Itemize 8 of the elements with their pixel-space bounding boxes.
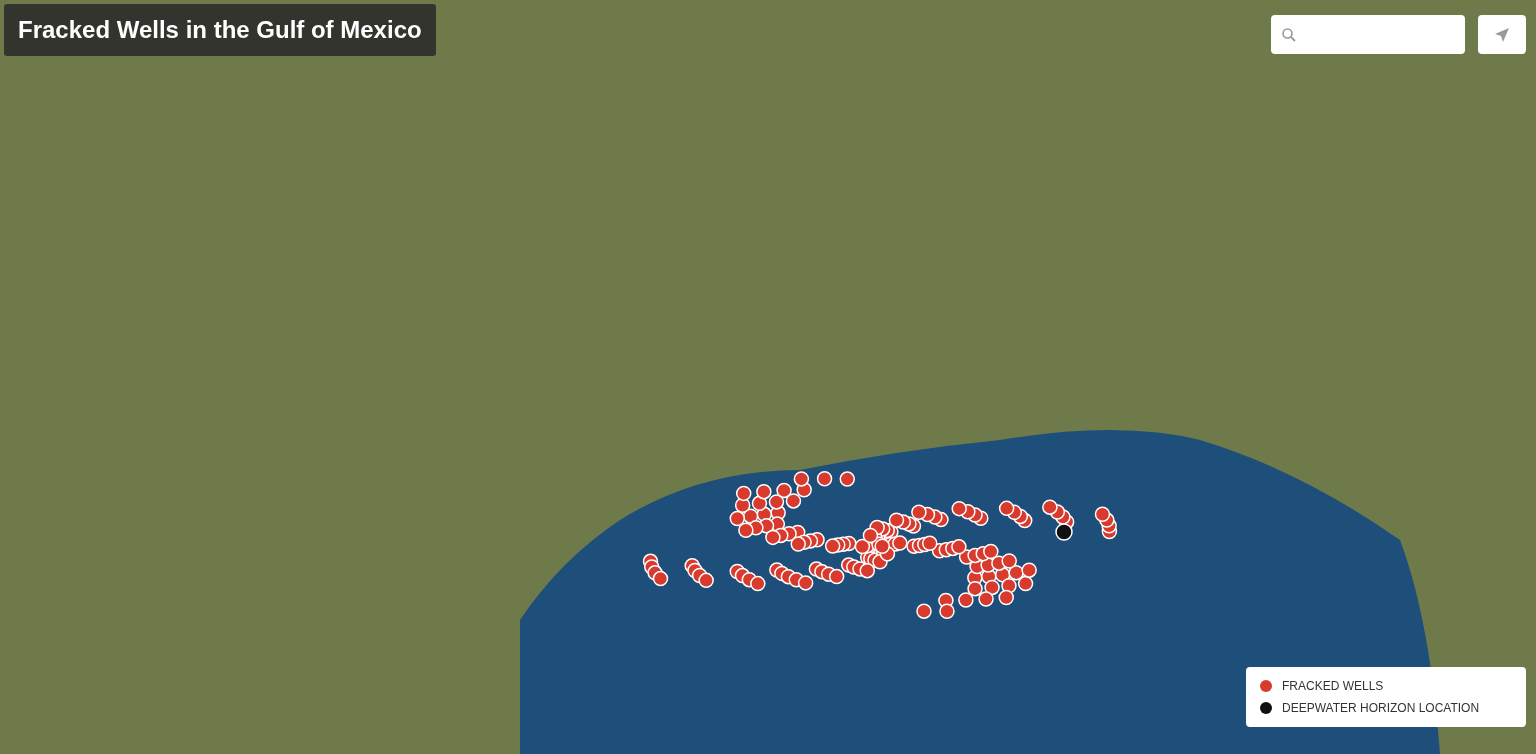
search-icon xyxy=(1281,27,1297,43)
search-field[interactable] xyxy=(1271,15,1465,54)
map-drawing[interactable] xyxy=(0,0,1536,754)
send-icon xyxy=(1494,26,1510,43)
map-title: Fracked Wells in the Gulf of Mexico xyxy=(4,4,436,56)
legend-label: DEEPWATER HORIZON LOCATION xyxy=(1282,701,1480,715)
legend-label: FRACKED WELLS xyxy=(1282,679,1384,693)
locate-button[interactable] xyxy=(1478,15,1526,54)
